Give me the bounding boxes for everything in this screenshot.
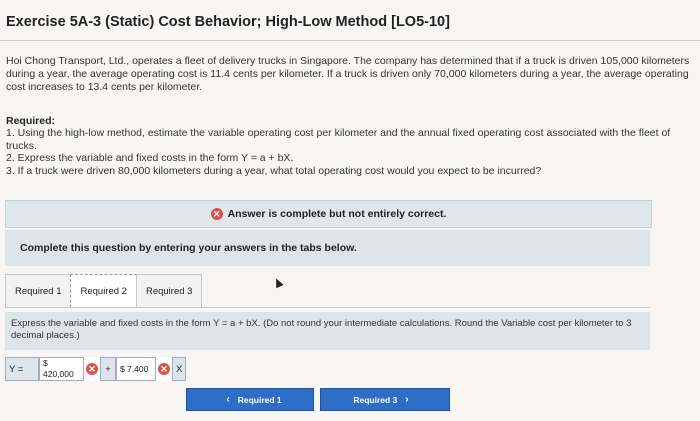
chevron-left-icon: ‹ — [226, 394, 230, 405]
fixed-cost-value: 420,000 — [43, 369, 74, 379]
title-divider — [0, 40, 700, 41]
chevron-right-icon: › — [405, 394, 409, 405]
required-tabs: Required 1 Required 2 Required 3 — [5, 274, 203, 308]
answer-status-banner: ✕ Answer is complete but not entirely co… — [5, 200, 652, 228]
fixed-cost-input[interactable]: $ 420,000 — [39, 357, 84, 381]
variable-cost-value: $ 7.400 — [120, 364, 149, 374]
next-required-label: Required 3 — [353, 394, 398, 405]
exercise-title: Exercise 5A-3 (Static) Cost Behavior; Hi… — [6, 14, 450, 30]
x-label: X — [172, 357, 186, 381]
mouse-cursor-icon — [272, 276, 284, 289]
plus-sign: + — [100, 357, 116, 381]
variable-cost-input[interactable]: $ 7.400 — [116, 357, 156, 381]
variable-cost-incorrect: ✕ — [156, 357, 172, 381]
fixed-cost-dollar: $ — [43, 358, 48, 368]
tab-required-3[interactable]: Required 3 — [135, 274, 203, 308]
incorrect-icon: ✕ — [158, 363, 170, 375]
incorrect-icon: ✕ — [86, 363, 98, 375]
required-list: 1. Using the high-low method, estimate t… — [6, 127, 700, 177]
tab-divider — [5, 307, 650, 308]
answer-status-text: Answer is complete but not entirely corr… — [227, 208, 447, 220]
equation-row: Y = $ 420,000 ✕ + $ 7.400 ✕ X — [5, 357, 186, 381]
required-heading: Required: — [6, 115, 56, 127]
required-item-3: 3. If a truck were driven 80,000 kilomet… — [6, 164, 542, 177]
next-required-button[interactable]: Required 3 › — [320, 388, 450, 411]
tab-required-1[interactable]: Required 1 — [5, 274, 72, 308]
required-item-2: 2. Express the variable and fixed costs … — [6, 152, 294, 164]
y-label: Y = — [5, 357, 39, 381]
problem-paragraph: Hoi Chong Transport, Ltd., operates a fl… — [6, 55, 690, 93]
incorrect-icon: ✕ — [210, 208, 223, 220]
instructions-header: Complete this question by entering your … — [5, 230, 650, 266]
prev-required-button[interactable]: ‹ Required 1 — [186, 388, 314, 411]
required-item-1: 1. Using the high-low method, estimate t… — [6, 127, 671, 152]
fixed-cost-incorrect: ✕ — [84, 357, 100, 381]
tab-required-2[interactable]: Required 2 — [70, 274, 137, 308]
prev-required-label: Required 1 — [237, 394, 282, 405]
tab-instruction: Express the variable and fixed costs in … — [5, 312, 650, 350]
complete-instructions: Complete this question by entering your … — [20, 242, 357, 254]
